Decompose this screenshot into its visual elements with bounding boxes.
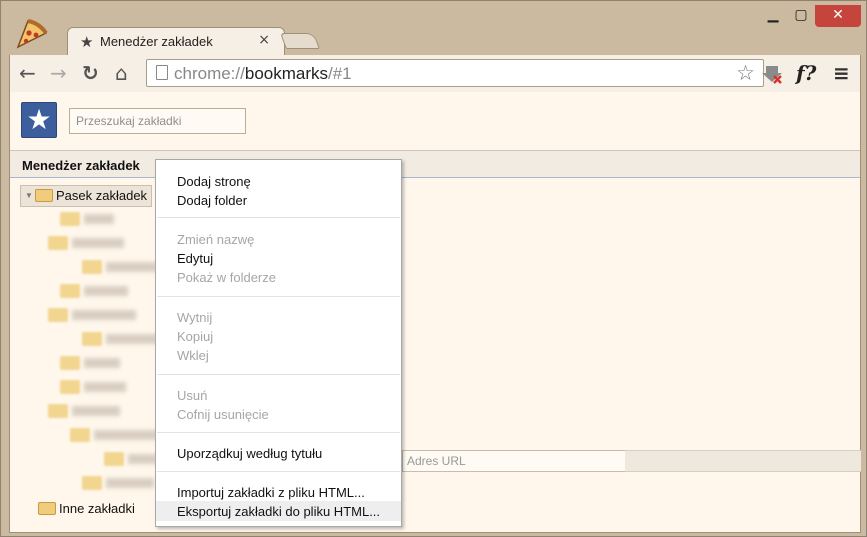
tree-item-label: Inne zakładki bbox=[59, 501, 135, 516]
menu-item-show-in-folder: Pokaż w folderze bbox=[177, 270, 276, 285]
title-bar: ★ Menedżer zakładek × ▁ ▢ ✕ bbox=[1, 1, 867, 56]
browser-window: ★ Menedżer zakładek × ▁ ▢ ✕ ← → ↻ ⌂ chro… bbox=[0, 0, 867, 537]
folder-icon bbox=[60, 380, 80, 394]
menu-separator bbox=[157, 296, 400, 297]
menu-separator bbox=[157, 374, 400, 375]
folder-icon bbox=[82, 260, 102, 274]
search-input[interactable]: Przeszukaj zakładki bbox=[69, 108, 246, 134]
folder-open-icon bbox=[35, 189, 53, 202]
new-tab-button[interactable] bbox=[280, 33, 320, 49]
folder-icon bbox=[38, 502, 56, 515]
folder-icon bbox=[104, 452, 124, 466]
menu-item-add-page[interactable]: Dodaj stronę bbox=[156, 171, 401, 191]
address-bar[interactable]: chrome://bookmarks/#1 ☆ bbox=[146, 59, 764, 87]
tree-item[interactable] bbox=[48, 403, 120, 421]
bookmark-star-icon[interactable]: ☆ bbox=[736, 61, 755, 85]
minimize-button[interactable]: ▁ bbox=[760, 5, 786, 27]
tree-item[interactable] bbox=[60, 379, 126, 397]
tree-item[interactable] bbox=[70, 427, 164, 445]
tree-item[interactable] bbox=[82, 259, 158, 277]
browser-toolbar: ← → ↻ ⌂ chrome://bookmarks/#1 ☆ f? ≡ bbox=[9, 55, 861, 92]
bookmarks-logo-icon: ★ bbox=[21, 102, 57, 138]
menu-item-add-folder[interactable]: Dodaj folder bbox=[156, 190, 401, 210]
page-header: Menedżer zakładek bbox=[10, 150, 860, 178]
url-input[interactable]: Adres URL bbox=[402, 450, 628, 472]
tree-item[interactable] bbox=[82, 331, 162, 349]
folder-icon bbox=[60, 284, 80, 298]
tree-item[interactable] bbox=[60, 283, 128, 301]
extension-button[interactable]: f? bbox=[796, 61, 816, 85]
menu-item-sort-by-title[interactable]: Uporządkuj według tytułu bbox=[156, 443, 401, 463]
menu-item-undo-delete: Cofnij usunięcie bbox=[177, 407, 269, 422]
close-window-button[interactable]: ✕ bbox=[815, 5, 861, 27]
menu-item-import-html[interactable]: Importuj zakładki z pliku HTML... bbox=[156, 482, 401, 502]
folder-icon bbox=[60, 212, 80, 226]
tree-item[interactable] bbox=[82, 475, 154, 493]
menu-separator bbox=[157, 432, 400, 433]
tree-item-bookmarks-bar[interactable]: ▼ Pasek zakładek bbox=[20, 185, 152, 207]
home-icon[interactable]: ⌂ bbox=[115, 61, 128, 85]
tab-close-icon[interactable]: × bbox=[258, 32, 270, 48]
download-blocked-icon[interactable] bbox=[761, 63, 783, 85]
folder-icon bbox=[82, 476, 102, 490]
expand-triangle-icon[interactable]: ▼ bbox=[25, 191, 35, 200]
folder-icon bbox=[82, 332, 102, 346]
menu-item-cut: Wytnij bbox=[177, 310, 213, 325]
menu-separator bbox=[157, 217, 400, 218]
menu-item-copy: Kopiuj bbox=[177, 329, 214, 344]
menu-item-export-html[interactable]: Eksportuj zakładki do pliku HTML... bbox=[156, 501, 401, 521]
star-icon: ★ bbox=[80, 33, 94, 51]
pizza-avatar-icon[interactable] bbox=[15, 17, 49, 51]
reload-icon[interactable]: ↻ bbox=[82, 61, 99, 85]
page-title: Menedżer zakładek bbox=[22, 158, 140, 173]
tab-title: Menedżer zakładek bbox=[100, 34, 213, 49]
tree-item[interactable] bbox=[48, 307, 136, 325]
tree-item[interactable] bbox=[60, 355, 120, 373]
page-icon bbox=[156, 65, 168, 80]
tab-bookmarks-manager[interactable]: ★ Menedżer zakładek × bbox=[67, 27, 285, 56]
tree-item[interactable] bbox=[48, 235, 124, 253]
menu-item-delete: Usuń bbox=[177, 388, 208, 403]
bookmarks-page: ★ Przeszukaj zakładki Menedżer zakładek … bbox=[9, 92, 861, 533]
tree-item-label: Pasek zakładek bbox=[56, 188, 148, 203]
url-text: chrome://bookmarks/#1 bbox=[174, 64, 352, 83]
chrome-menu-icon[interactable]: ≡ bbox=[833, 61, 850, 85]
context-menu: Dodaj stronę Dodaj folder Zmień nazwę Ed… bbox=[155, 159, 402, 527]
back-arrow-icon[interactable]: ← bbox=[19, 61, 36, 85]
tree-item[interactable] bbox=[60, 211, 114, 229]
menu-item-edit[interactable]: Edytuj bbox=[156, 248, 401, 268]
forward-arrow-icon[interactable]: → bbox=[50, 61, 67, 85]
menu-separator bbox=[157, 471, 400, 472]
tree-item[interactable] bbox=[104, 451, 158, 469]
folder-icon bbox=[48, 236, 68, 250]
edit-row-background bbox=[625, 450, 861, 472]
maximize-button[interactable]: ▢ bbox=[788, 5, 814, 27]
folder-icon bbox=[60, 356, 80, 370]
tree-item-other-bookmarks[interactable]: Inne zakładki bbox=[38, 501, 135, 523]
folder-icon bbox=[48, 404, 68, 418]
folder-icon bbox=[70, 428, 90, 442]
menu-item-rename: Zmień nazwę bbox=[177, 232, 255, 247]
folder-icon bbox=[48, 308, 68, 322]
menu-item-paste: Wklej bbox=[177, 348, 209, 363]
